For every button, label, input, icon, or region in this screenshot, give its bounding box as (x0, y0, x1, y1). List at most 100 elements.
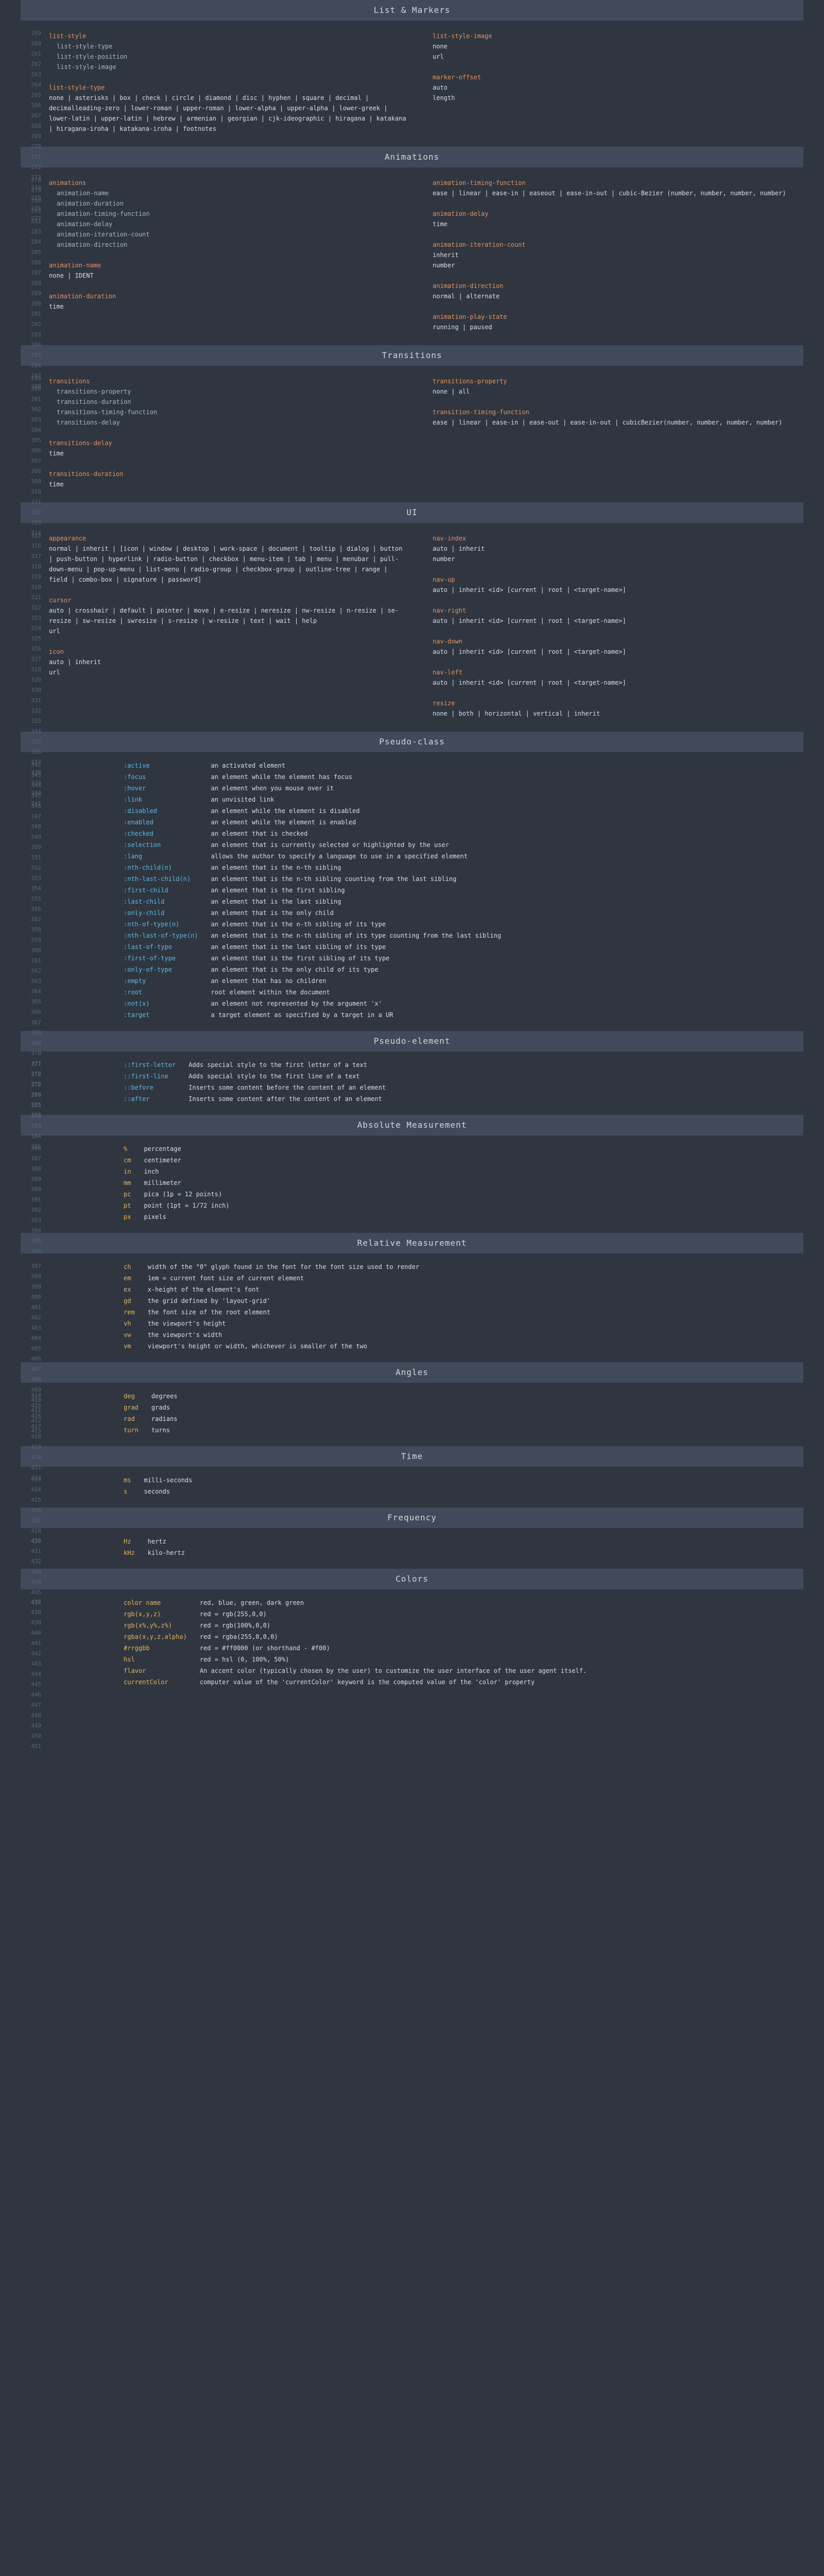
table-row: pxpixels (124, 1211, 803, 1223)
table-row: pcpica (1p = 12 points) (124, 1189, 803, 1200)
css-property: animation-iteration-count (433, 240, 791, 250)
line-number: 333 (21, 716, 41, 726)
line-number: 349 (21, 832, 41, 842)
css-value: none | asterisks | box | check | circle … (49, 93, 407, 134)
line-number: 313 (21, 518, 41, 528)
line-number: 363 (21, 976, 41, 987)
css-sub-property: animation-delay (49, 219, 407, 229)
table-desc: an element that is currently selected or… (211, 839, 804, 851)
table-key: :hover (124, 783, 211, 794)
line-number: 336 (21, 747, 41, 757)
line-number: 283 (21, 227, 41, 237)
table-row: :nth-last-child(n)an element that is the… (124, 873, 803, 885)
table-key: :first-of-type (124, 953, 211, 964)
line-number: 310 (21, 487, 41, 497)
table-desc: point (1pt = 1/72 inch) (144, 1200, 803, 1211)
table-key: hsl (124, 1654, 200, 1665)
line-number: 378 (21, 1070, 41, 1080)
table-key: rad (124, 1413, 151, 1425)
table-key: gd (124, 1295, 148, 1307)
css-value: auto | crosshair | default | pointer | m… (49, 605, 407, 626)
line-number: 260 (21, 39, 41, 49)
table-desc: an element that is the only child of its… (211, 964, 804, 975)
table-key: turn (124, 1425, 151, 1436)
table-desc: an activated element (211, 760, 804, 771)
table-row: ::first-lineAdds special style to the fi… (124, 1071, 803, 1082)
line-number: 384 (21, 1131, 41, 1142)
line-number: 259 (21, 28, 41, 39)
table-desc: an element while the element is disabled (211, 805, 804, 817)
table-row: rgba(x,y,z,alpha)red = rgba(255,0,0,0) (124, 1631, 803, 1642)
line-number: 290 (21, 299, 41, 309)
line-number: 435 (21, 1587, 41, 1598)
css-property: nav-index (433, 533, 791, 544)
line-number: 289 (21, 289, 41, 299)
line-number: 269 (21, 131, 41, 142)
css-property: list-style-image (433, 31, 791, 41)
line-number: 403 (21, 1323, 41, 1333)
table-key: rgb(x,y,z) (124, 1608, 200, 1620)
table-desc: kilo-hertz (148, 1547, 803, 1558)
table-desc: the viewport's width (148, 1329, 803, 1341)
line-number: 424 (21, 1485, 41, 1495)
line-number: 419 (21, 1442, 41, 1452)
line-number: 431 (21, 1546, 41, 1556)
line-number: 348 (21, 822, 41, 832)
line-number: 327 (21, 654, 41, 665)
line-number: 281 (21, 206, 41, 216)
line-number: 405 (21, 1344, 41, 1354)
table-row: Hzhertz (124, 1536, 803, 1547)
css-sub-property: animation-duration (49, 198, 407, 209)
table-desc: computer value of the 'currentColor' key… (200, 1676, 803, 1688)
line-number: 305 (21, 435, 41, 446)
css-value: number (433, 554, 791, 564)
table-key: :selection (124, 839, 211, 851)
section-transitions: Transitions 2993003013023033043053063073… (21, 345, 803, 492)
table-desc: centimeter (144, 1155, 803, 1166)
table-row: cmcentimeter (124, 1155, 803, 1166)
table-key: rem (124, 1307, 148, 1318)
line-number: 442 (21, 1649, 41, 1659)
line-number: 262 (21, 59, 41, 70)
line-number: 304 (21, 425, 41, 435)
line-number: 451 (21, 1741, 41, 1752)
table-desc: red = rgb(100%,0,0) (200, 1620, 803, 1631)
table-row: :focusan element while the element has f… (124, 771, 803, 783)
table-key: :active (124, 760, 211, 771)
section-animations: Animations 27827928028128228328428528628… (21, 147, 803, 335)
table-key: :link (124, 794, 211, 805)
table-row: msmilli-seconds (124, 1475, 803, 1486)
section-pseudo-element: Pseudo-element 3773783793803813823833843… (21, 1031, 803, 1105)
line-number: 302 (21, 404, 41, 415)
line-number: 306 (21, 446, 41, 456)
css-sub-property: transitions-timing-function (49, 407, 407, 417)
table-row: :targeta target element as specified by … (124, 1009, 803, 1021)
css-value: auto | inherit <id> [current | root | <t… (433, 585, 791, 595)
table-desc: the font size of the root element (148, 1307, 803, 1318)
line-number: 437 (21, 1597, 41, 1607)
css-value: time (49, 479, 407, 489)
table-desc: red = hsl (0, 100%, 50%) (200, 1654, 803, 1665)
table-desc: red = #ff0000 (or shorthand - #f00) (200, 1642, 803, 1654)
line-number: 420 (21, 1452, 41, 1463)
table-row: ::first-letterAdds special style to the … (124, 1059, 803, 1071)
section-title: Angles (21, 1362, 803, 1383)
table-desc: an element that is the only child (211, 907, 804, 919)
css-value: auto | inherit <id> [current | root | <t… (433, 647, 791, 657)
css-sub-property: animation-name (49, 188, 407, 198)
css-property: appearance (49, 533, 407, 544)
table-row: degdegrees (124, 1391, 803, 1402)
table-desc: an element that is checked (211, 828, 804, 839)
table-desc: an element that is the first sibling (211, 885, 804, 896)
line-number: 284 (21, 237, 41, 247)
css-value: url (49, 667, 407, 677)
line-number: 358 (21, 925, 41, 935)
table-row: :selectionan element that is currently s… (124, 839, 803, 851)
line-number: 417 (21, 1421, 41, 1432)
table-row: turnturns (124, 1425, 803, 1436)
table-desc: an element that is the first sibling of … (211, 953, 804, 964)
css-value: ease | linear | ease-in | ease-out | eas… (433, 417, 791, 428)
line-number: 416 (21, 1411, 41, 1421)
blank-line (433, 626, 791, 636)
table-desc: turns (151, 1425, 803, 1436)
